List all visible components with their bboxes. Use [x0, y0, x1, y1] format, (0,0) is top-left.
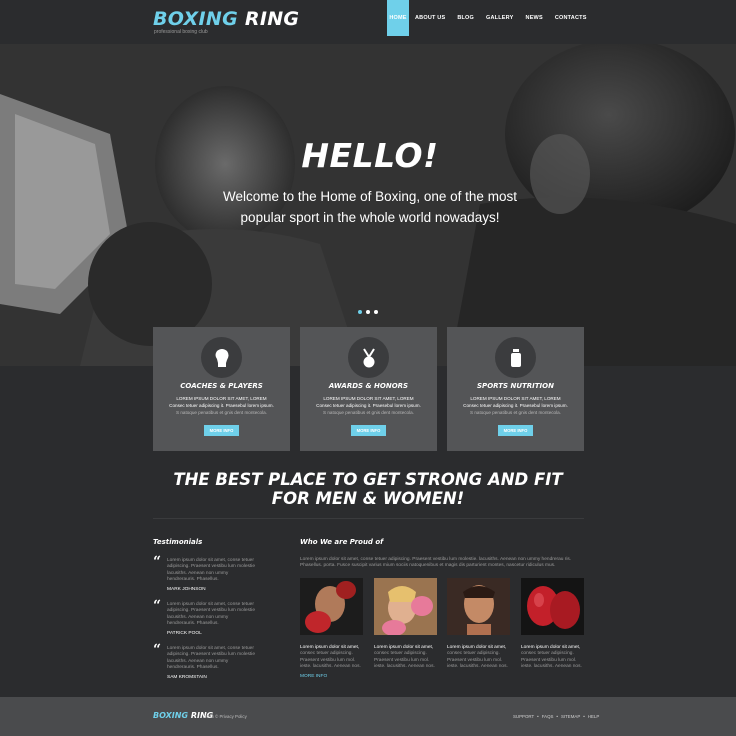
footer-link-faqs[interactable]: FAQS	[542, 714, 554, 719]
main-headline: THE BEST PLACE TO GET STRONG AND FIT FOR…	[0, 470, 736, 508]
nav-news[interactable]: NEWS	[520, 0, 549, 36]
caption-body: consec tetuer adipiscing. Praesent vesti…	[521, 651, 582, 669]
athlete-photo-2[interactable]	[374, 578, 437, 635]
caption-heading: Lorem ipsum dolor sit amet,	[300, 645, 360, 650]
headline-line-2: FOR MEN & WOMEN!	[271, 489, 465, 508]
feature-text-line: Consec tetuer adipiscing it. Praesebul l…	[169, 403, 274, 408]
feature-text-line: S natoque penatibus et gnis dent monteco…	[470, 410, 561, 415]
footer-link-sitemap[interactable]: SITEMAP	[561, 714, 580, 719]
nav-about-us[interactable]: ABOUT US	[409, 0, 451, 36]
site-tagline: professional boxing club	[154, 29, 208, 35]
site-logo[interactable]: BOXING RING	[153, 8, 299, 30]
section-divider	[153, 518, 584, 519]
quote-icon: “	[153, 554, 162, 570]
feature-text-line: Consec tetuer adipiscing it. Praesebul l…	[316, 403, 421, 408]
nav-contacts[interactable]: CONTACTS	[549, 0, 593, 36]
athlete-caption-1: Lorem ipsum dolor sit amet, consec tetue…	[300, 645, 364, 670]
quote-icon: “	[153, 598, 162, 614]
testimonial-author: MARK JOHNSON	[167, 587, 206, 592]
athlete-photo-3[interactable]	[447, 578, 510, 635]
more-info-button[interactable]: MORE INFO	[498, 425, 533, 436]
feature-card-coaches: COACHES & PLAYERS LOREM IPSUM DOLOR SIT …	[153, 327, 290, 451]
footer-links: SUPPORT • FAQS • SITEMAP • HELP	[513, 714, 599, 719]
testimonial-author: PATRICK POOL	[167, 631, 202, 636]
athlete-photo-1[interactable]	[300, 578, 363, 635]
testimonial-text: Lorem ipsum dolor sit amet, conse tetuer…	[167, 558, 255, 582]
footer-link-support[interactable]: SUPPORT	[513, 714, 534, 719]
feature-title: COACHES & PLAYERS	[180, 382, 263, 390]
headline-line-1: THE BEST PLACE TO GET STRONG AND FIT	[173, 470, 563, 489]
feature-text-line: Consec tetuer adipiscing it. Praesebul l…	[463, 403, 568, 408]
feature-title: SPORTS NUTRITION	[477, 382, 554, 390]
feature-title: AWARDS & HONORS	[328, 382, 409, 390]
hero-title: HELLO!	[301, 136, 439, 175]
proud-intro-text: Lorem ipsum dolor sit amet, conse tetuer…	[300, 557, 572, 569]
logo-word-boxing: BOXING	[153, 8, 238, 30]
athlete-photo-4[interactable]	[521, 578, 584, 635]
caption-heading: Lorem ipsum dolor sit amet,	[374, 645, 434, 650]
main-nav: HOME ABOUT US BLOG GALLERY NEWS CONTACTS	[387, 0, 593, 36]
hero-subtitle: Welcome to the Home of Boxing, one of th…	[223, 189, 517, 225]
caption-body: consec tetuer adipiscing. Praesent vesti…	[447, 651, 508, 669]
footer-logo-word-boxing: BOXING	[153, 711, 189, 720]
site-footer: BOXING RING 2015 © Privacy Policy SUPPOR…	[0, 697, 736, 736]
logo-word-ring: RING	[244, 8, 300, 30]
more-info-button[interactable]: MORE INFO	[204, 425, 239, 436]
quote-icon: “	[153, 642, 162, 658]
caption-heading: Lorem ipsum dolor sit amet,	[447, 645, 507, 650]
testimonial-text: Lorem ipsum dolor sit amet, conse tetuer…	[167, 602, 255, 626]
nav-blog[interactable]: BLOG	[451, 0, 480, 36]
caption-body: consec tetuer adipiscing. Praesent vesti…	[374, 651, 435, 669]
athlete-caption-4: Lorem ipsum dolor sit amet, consec tetue…	[521, 645, 585, 670]
nav-home[interactable]: HOME	[387, 0, 409, 36]
more-info-link[interactable]: MORE INFO	[300, 674, 327, 679]
slider-dot-3[interactable]	[374, 310, 378, 314]
more-info-button[interactable]: MORE INFO	[351, 425, 386, 436]
footer-link-separator: •	[583, 714, 585, 719]
feature-text-line: S natoque penatibus et gnis dent monteco…	[323, 410, 414, 415]
slider-dots	[358, 310, 378, 314]
feature-text-line: LOREM IPSUM DOLOR SIT AMET, LOREM	[176, 396, 267, 401]
nav-gallery[interactable]: GALLERY	[480, 0, 519, 36]
supplement-bottle-icon	[495, 337, 536, 378]
testimonials-title: Testimonials	[153, 538, 203, 546]
caption-heading: Lorem ipsum dolor sit amet,	[521, 645, 581, 650]
feature-text-line: LOREM IPSUM DOLOR SIT AMET, LOREM	[470, 396, 561, 401]
testimonial-author: SAM KROMSTAIN	[167, 675, 207, 680]
medal-icon	[348, 337, 389, 378]
hero-slider: HELLO! Welcome to the Home of Boxing, on…	[0, 44, 736, 366]
boxing-glove-icon	[201, 337, 242, 378]
slider-dot-2[interactable]	[366, 310, 370, 314]
footer-link-separator: •	[537, 714, 539, 719]
testimonial-text: Lorem ipsum dolor sit amet, conse tetuer…	[167, 646, 255, 670]
site-header: BOXING RING professional boxing club HOM…	[0, 0, 736, 44]
proud-title: Who We are Proud of	[300, 538, 384, 546]
feature-text-line: S natoque penatibus et gnis dent monteco…	[176, 410, 267, 415]
feature-card-awards: AWARDS & HONORS LOREM IPSUM DOLOR SIT AM…	[300, 327, 437, 451]
athlete-caption-3: Lorem ipsum dolor sit amet, consec tetue…	[447, 645, 511, 670]
footer-link-help[interactable]: HELP	[588, 714, 599, 719]
footer-link-separator: •	[556, 714, 558, 719]
feature-card-nutrition: SPORTS NUTRITION LOREM IPSUM DOLOR SIT A…	[447, 327, 584, 451]
footer-copyright[interactable]: 2015 © Privacy Policy	[204, 714, 247, 719]
athlete-caption-2: Lorem ipsum dolor sit amet, consec tetue…	[374, 645, 438, 670]
slider-dot-1[interactable]	[358, 310, 362, 314]
caption-body: consec tetuer adipiscing. Praesent vesti…	[300, 651, 361, 669]
feature-text-line: LOREM IPSUM DOLOR SIT AMET, LOREM	[323, 396, 414, 401]
